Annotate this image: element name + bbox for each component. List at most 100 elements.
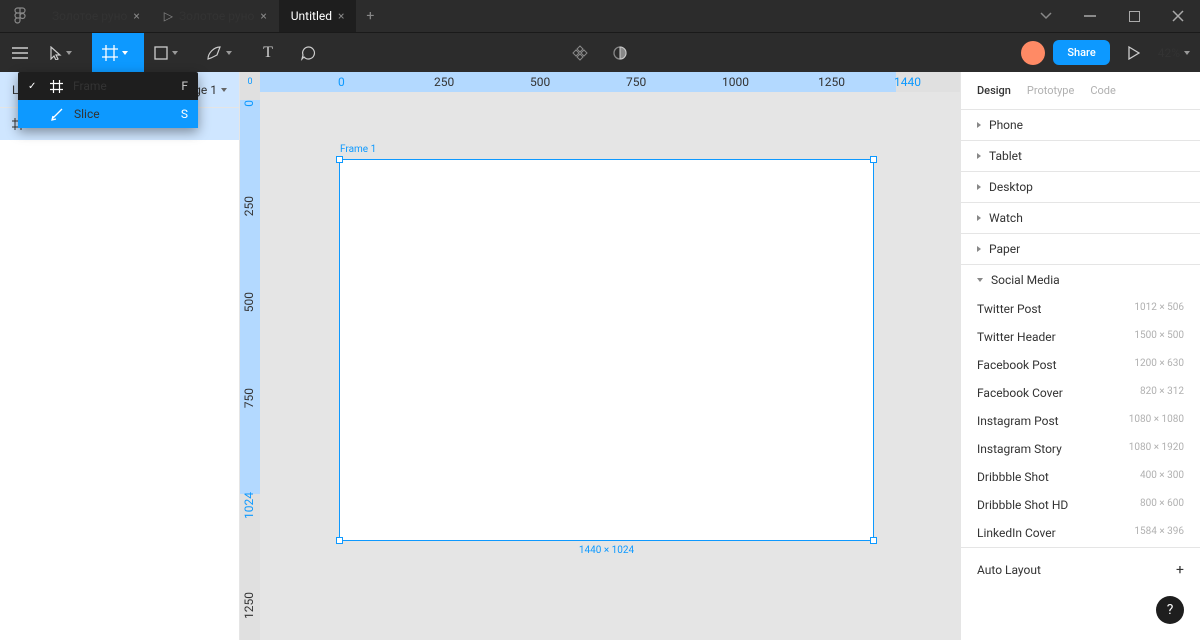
- preset-group-phone[interactable]: Phone: [961, 110, 1200, 140]
- dropdown-item-frame[interactable]: ✓ Frame F: [18, 72, 198, 100]
- preset-name: Dribbble Shot: [977, 470, 1049, 484]
- preset-group-label: Phone: [989, 118, 1023, 132]
- resize-handle[interactable]: [870, 537, 877, 544]
- play-icon: ▷: [164, 9, 173, 23]
- tab-strip: Золотое руно × ▷ Золотое руно × Untitled…: [40, 0, 384, 32]
- resize-handle[interactable]: [336, 156, 343, 163]
- frame-dimensions: 1440 × 1024: [579, 545, 634, 556]
- preset-name: Facebook Post: [977, 358, 1057, 372]
- tab-prototype[interactable]: Prototype: [1027, 84, 1074, 97]
- dropdown-label: Slice: [74, 107, 100, 121]
- preset-item[interactable]: Dribbble Shot HD 800 × 600: [961, 491, 1200, 519]
- file-tab[interactable]: ▷ Золотое руно ×: [152, 0, 279, 32]
- preset-name: Instagram Story: [977, 442, 1062, 456]
- minimize-icon[interactable]: [1068, 0, 1112, 32]
- tab-label: Золотое руно: [52, 9, 127, 23]
- close-icon[interactable]: ×: [133, 9, 139, 23]
- preset-group-paper[interactable]: Paper: [961, 234, 1200, 264]
- preset-item[interactable]: LinkedIn Cover 1584 × 396: [961, 519, 1200, 547]
- tab-label: Золотое руно: [179, 9, 254, 23]
- close-icon[interactable]: ×: [338, 9, 344, 23]
- preset-item[interactable]: Facebook Cover 820 × 312: [961, 379, 1200, 407]
- preset-item[interactable]: Facebook Post 1200 × 630: [961, 351, 1200, 379]
- maximize-icon[interactable]: [1112, 0, 1156, 32]
- comment-tool[interactable]: [288, 33, 328, 73]
- pen-tool[interactable]: [196, 33, 248, 73]
- preset-group-label: Social Media: [991, 273, 1060, 287]
- preset-group-label: Desktop: [989, 180, 1033, 194]
- preset-dimensions: 1200 × 630: [1134, 358, 1184, 372]
- slice-icon: [50, 107, 64, 121]
- chevron-icon: [977, 153, 981, 159]
- chevron-icon: [977, 215, 981, 221]
- auto-layout-section[interactable]: Auto Layout +: [961, 548, 1200, 592]
- auto-layout-label: Auto Layout: [977, 563, 1041, 577]
- right-panel-tabs: Design Prototype Code: [961, 72, 1200, 110]
- preset-dimensions: 400 × 300: [1140, 470, 1184, 484]
- close-icon[interactable]: ×: [260, 9, 266, 23]
- check-icon: ✓: [28, 81, 40, 92]
- preset-dimensions: 800 × 600: [1140, 498, 1184, 512]
- move-tool[interactable]: [40, 33, 92, 73]
- preset-name: Dribbble Shot HD: [977, 498, 1068, 512]
- dropdown-shortcut: F: [181, 79, 188, 93]
- preset-item[interactable]: Twitter Header1500 × 500: [961, 323, 1200, 351]
- chevron-icon: [977, 122, 981, 128]
- preset-group-watch[interactable]: Watch: [961, 203, 1200, 233]
- menu-button[interactable]: [0, 33, 40, 73]
- preset-dimensions: 1500 × 500: [1134, 330, 1184, 344]
- chevron-icon: [977, 246, 981, 252]
- resize-handle[interactable]: [336, 537, 343, 544]
- file-tab-active[interactable]: Untitled ×: [279, 0, 357, 32]
- close-window-icon[interactable]: [1156, 0, 1200, 32]
- preset-item[interactable]: Instagram Story 1080 × 1920: [961, 435, 1200, 463]
- zoom-control[interactable]: 42%: [1158, 46, 1190, 60]
- titlebar: Золотое руно × ▷ Золотое руно × Untitled…: [0, 0, 1200, 32]
- canvas[interactable]: 0 025050075010001250144017 0250500750102…: [240, 72, 960, 640]
- new-tab-button[interactable]: +: [356, 0, 384, 32]
- frame-icon: [50, 80, 63, 93]
- tab-code[interactable]: Code: [1090, 84, 1115, 97]
- frame-tool-dropdown: ✓ Frame F Slice S: [18, 72, 198, 128]
- component-icon[interactable]: [560, 33, 600, 73]
- preset-name: Twitter Post: [977, 302, 1041, 316]
- frame-on-canvas[interactable]: Frame 1 1440 × 1024: [340, 160, 873, 540]
- resize-handle[interactable]: [870, 156, 877, 163]
- preset-dimensions: 1584 × 396: [1134, 526, 1184, 540]
- preset-dimensions: 820 × 312: [1140, 386, 1184, 400]
- chevron-down-icon[interactable]: [1024, 0, 1068, 32]
- plus-icon[interactable]: +: [1176, 562, 1184, 578]
- mask-icon[interactable]: [600, 33, 640, 73]
- tab-design[interactable]: Design: [977, 84, 1011, 97]
- preset-item[interactable]: Dribbble Shot 400 × 300: [961, 463, 1200, 491]
- preset-name: LinkedIn Cover: [977, 526, 1056, 540]
- window-controls: [1024, 0, 1200, 32]
- shape-tool[interactable]: [144, 33, 196, 73]
- preset-name: Facebook Cover: [977, 386, 1063, 400]
- file-tab[interactable]: Золотое руно ×: [40, 0, 152, 32]
- left-panel: La… …ge 1 … ✓ Frame F Slice S: [0, 72, 240, 640]
- ruler-horizontal: 025050075010001250144017: [260, 72, 960, 92]
- preset-group-tablet[interactable]: Tablet: [961, 141, 1200, 171]
- preset-dimensions: 1080 × 1920: [1129, 442, 1184, 456]
- present-button[interactable]: [1118, 33, 1150, 73]
- frame-tool[interactable]: [92, 33, 144, 73]
- preset-group-label: Watch: [989, 211, 1023, 225]
- avatar[interactable]: [1021, 41, 1045, 65]
- help-button[interactable]: ?: [1156, 596, 1184, 624]
- preset-item[interactable]: Twitter Post1012 × 506: [961, 295, 1200, 323]
- figma-logo-icon[interactable]: [0, 7, 40, 25]
- dropdown-item-slice[interactable]: Slice S: [18, 100, 198, 128]
- frame-label[interactable]: Frame 1: [340, 144, 376, 155]
- preset-item[interactable]: Instagram Post1080 × 1080: [961, 407, 1200, 435]
- ruler-origin[interactable]: 0: [240, 72, 260, 92]
- preset-group-desktop[interactable]: Desktop: [961, 172, 1200, 202]
- toolbar: T Share 42%: [0, 32, 1200, 72]
- preset-name: Instagram Post: [977, 414, 1059, 428]
- text-tool[interactable]: T: [248, 33, 288, 73]
- preset-group-label: Tablet: [989, 149, 1022, 163]
- dropdown-shortcut: S: [181, 107, 188, 121]
- preset-group-social-media[interactable]: Social Media: [961, 265, 1200, 295]
- chevron-icon: [977, 184, 981, 190]
- share-button[interactable]: Share: [1053, 40, 1109, 65]
